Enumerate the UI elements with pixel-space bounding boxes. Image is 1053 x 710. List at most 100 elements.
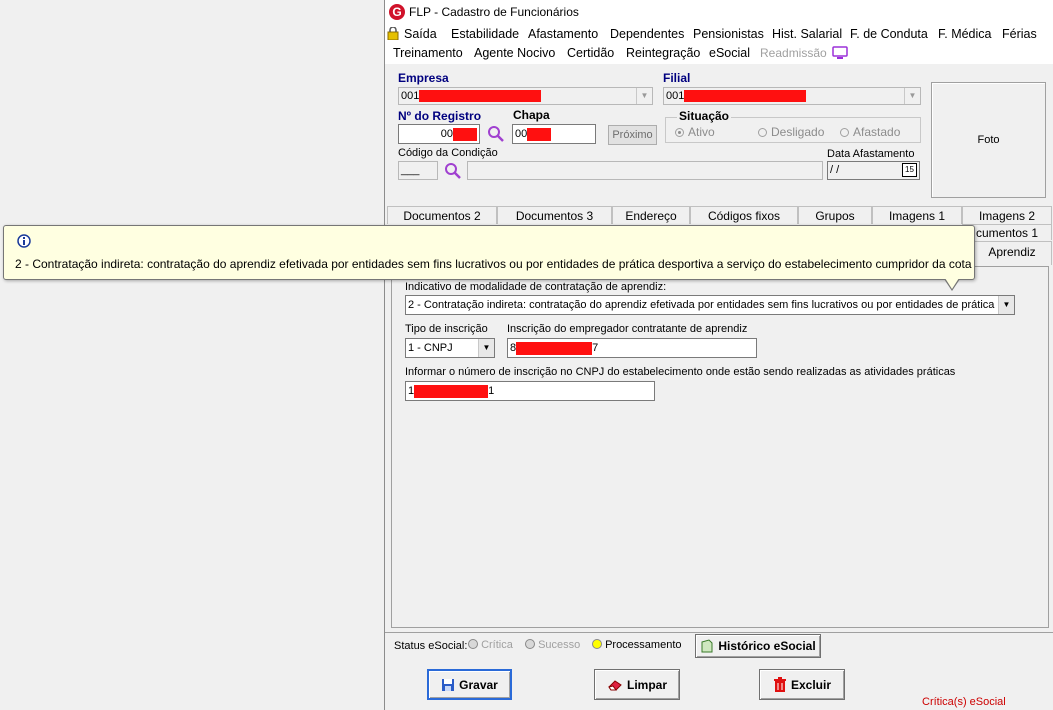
situacao-afastado-label: Afastado: [853, 125, 901, 139]
empresa-label: Empresa: [398, 71, 449, 85]
excluir-button[interactable]: Excluir: [759, 669, 845, 700]
menu-dependentes[interactable]: Dependentes: [610, 27, 684, 41]
cnpj-estab-label: Informar o número de inscrição no CNPJ d…: [405, 366, 956, 378]
status-processamento-icon: [592, 639, 602, 649]
menu-esocial[interactable]: eSocial: [709, 46, 750, 60]
status-sucesso-label: Sucesso: [538, 639, 581, 651]
filial-select[interactable]: 001 ▼: [663, 87, 921, 105]
search-icon[interactable]: [444, 162, 462, 183]
situacao-desligado-label: Desligado: [771, 125, 825, 139]
modalidade-select[interactable]: 2 - Contratação indireta: contratação do…: [405, 295, 1015, 315]
tab-imagens-2[interactable]: Imagens 2: [962, 206, 1052, 224]
registro-value: 00: [440, 128, 453, 140]
data-afastamento-input[interactable]: / / 15: [827, 161, 920, 180]
lock-icon: [387, 26, 399, 43]
chevron-down-icon[interactable]: ▼: [998, 296, 1014, 314]
inscricao-empregador-suffix: 7: [592, 342, 599, 354]
situacao-desligado-radio[interactable]: Desligado: [758, 125, 824, 139]
menu-hist-salarial[interactable]: Hist. Salarial: [772, 27, 842, 41]
redacted-block: [516, 341, 593, 355]
menu-bar: Saída Estabilidade Afastamento Dependent…: [385, 24, 1053, 64]
excluir-label: Excluir: [790, 677, 832, 692]
app-logo-icon: G: [389, 4, 405, 20]
foto-box: Foto: [931, 82, 1046, 198]
data-afastamento-value: / /: [830, 164, 840, 176]
tab-aprendiz[interactable]: Aprendiz: [972, 241, 1052, 265]
chapa-label: Chapa: [513, 108, 550, 122]
codigo-condicao-input[interactable]: ___: [398, 161, 438, 180]
registro-input[interactable]: 00: [398, 124, 480, 144]
status-esocial-label: Status eSocial:: [394, 640, 468, 652]
trash-icon: [773, 676, 786, 692]
tab-codigos-fixos[interactable]: Códigos fixos: [690, 206, 798, 224]
tab-documentos-1[interactable]: cumentos 1: [962, 224, 1052, 240]
criticas-esocial-link[interactable]: Crítica(s) eSocial: [922, 696, 1006, 708]
menu-f-medica[interactable]: F. Médica: [938, 27, 992, 41]
situacao-afastado-radio[interactable]: Afastado: [840, 125, 900, 139]
chevron-down-icon[interactable]: ▼: [904, 88, 920, 104]
tooltip-text: 2 - Contratação indireta: contratação do…: [15, 257, 972, 271]
tab-imagens-1[interactable]: Imagens 1: [872, 206, 962, 224]
chapa-value: 00: [515, 128, 528, 140]
data-afastamento-label: Data Afastamento: [827, 148, 915, 160]
redacted-block: [684, 90, 807, 103]
tooltip: 2 - Contratação indireta: contratação do…: [3, 225, 975, 280]
radio-selected-icon: [675, 127, 684, 137]
menu-ferias[interactable]: Férias: [1002, 27, 1037, 41]
main-window: G FLP - Cadastro de Funcionários Saída E…: [384, 0, 1053, 710]
save-icon: [442, 678, 455, 691]
gravar-button[interactable]: Gravar: [427, 669, 512, 700]
calendar-icon[interactable]: 15: [902, 163, 917, 177]
empresa-select[interactable]: 001 ▼: [398, 87, 653, 105]
inscricao-empregador-input[interactable]: 87: [507, 338, 757, 358]
tab-documentos-2[interactable]: Documentos 2: [387, 206, 497, 224]
info-icon: [17, 234, 31, 251]
situacao-ativo-label: Ativo: [688, 125, 715, 139]
menu-certidao[interactable]: Certidão: [567, 46, 614, 60]
menu-readmissao: Readmissão: [760, 46, 827, 60]
eraser-icon: [608, 679, 622, 690]
menu-agente-nocivo[interactable]: Agente Nocivo: [474, 46, 555, 60]
menu-f-conduta[interactable]: F. de Conduta: [850, 27, 928, 41]
redacted-block: [527, 127, 552, 141]
status-sucesso: Sucesso: [525, 639, 580, 651]
proximo-button[interactable]: Próximo: [608, 125, 657, 145]
status-critica-label: Crítica: [481, 639, 513, 651]
chevron-down-icon[interactable]: ▼: [478, 339, 494, 357]
filial-value: 001: [666, 90, 685, 102]
tab-documentos-3[interactable]: Documentos 3: [497, 206, 612, 224]
status-sucesso-icon: [525, 639, 535, 649]
historico-esocial-button[interactable]: Histórico eSocial: [695, 634, 821, 658]
monitor-icon[interactable]: [832, 46, 848, 63]
menu-saida[interactable]: Saída: [404, 27, 437, 41]
modalidade-value: 2 - Contratação indireta: contratação do…: [408, 299, 1015, 311]
menu-estabilidade[interactable]: Estabilidade: [451, 27, 519, 41]
menu-pensionistas[interactable]: Pensionistas: [693, 27, 764, 41]
inscricao-empregador-label: Inscrição do empregador contratante de a…: [507, 323, 748, 335]
filial-label: Filial: [663, 71, 691, 85]
historico-esocial-label: Histórico eSocial: [718, 639, 816, 653]
status-bar: Status eSocial: Crítica Sucesso Processa…: [385, 632, 1053, 660]
situacao-ativo-radio[interactable]: Ativo: [675, 125, 715, 139]
chapa-input[interactable]: 00: [512, 124, 596, 144]
status-critica-icon: [468, 639, 478, 649]
tab-grupos[interactable]: Grupos: [798, 206, 872, 224]
tipo-inscricao-select[interactable]: 1 - CNPJ ▼: [405, 338, 495, 358]
menu-treinamento[interactable]: Treinamento: [393, 46, 463, 60]
cnpj-estab-input[interactable]: 11: [405, 381, 655, 401]
redacted-block: [414, 384, 489, 398]
codigo-condicao-descricao: [467, 161, 823, 180]
chevron-down-icon[interactable]: ▼: [636, 88, 652, 104]
cnpj-estab-suffix: 1: [488, 385, 495, 397]
registro-label: Nº do Registro: [398, 109, 482, 123]
search-icon[interactable]: [487, 125, 505, 146]
history-icon: [701, 639, 713, 653]
tab-endereco[interactable]: Endereço: [612, 206, 690, 224]
tipo-inscricao-value: 1 - CNPJ: [408, 342, 453, 354]
status-processamento: Processamento: [592, 639, 682, 651]
aprendiz-panel: Indicativo de modalidade de contratação …: [391, 266, 1049, 628]
limpar-button[interactable]: Limpar: [594, 669, 680, 700]
window-title: FLP - Cadastro de Funcionários: [409, 5, 579, 19]
menu-afastamento[interactable]: Afastamento: [528, 27, 598, 41]
menu-reintegracao[interactable]: Reintegração: [626, 46, 700, 60]
